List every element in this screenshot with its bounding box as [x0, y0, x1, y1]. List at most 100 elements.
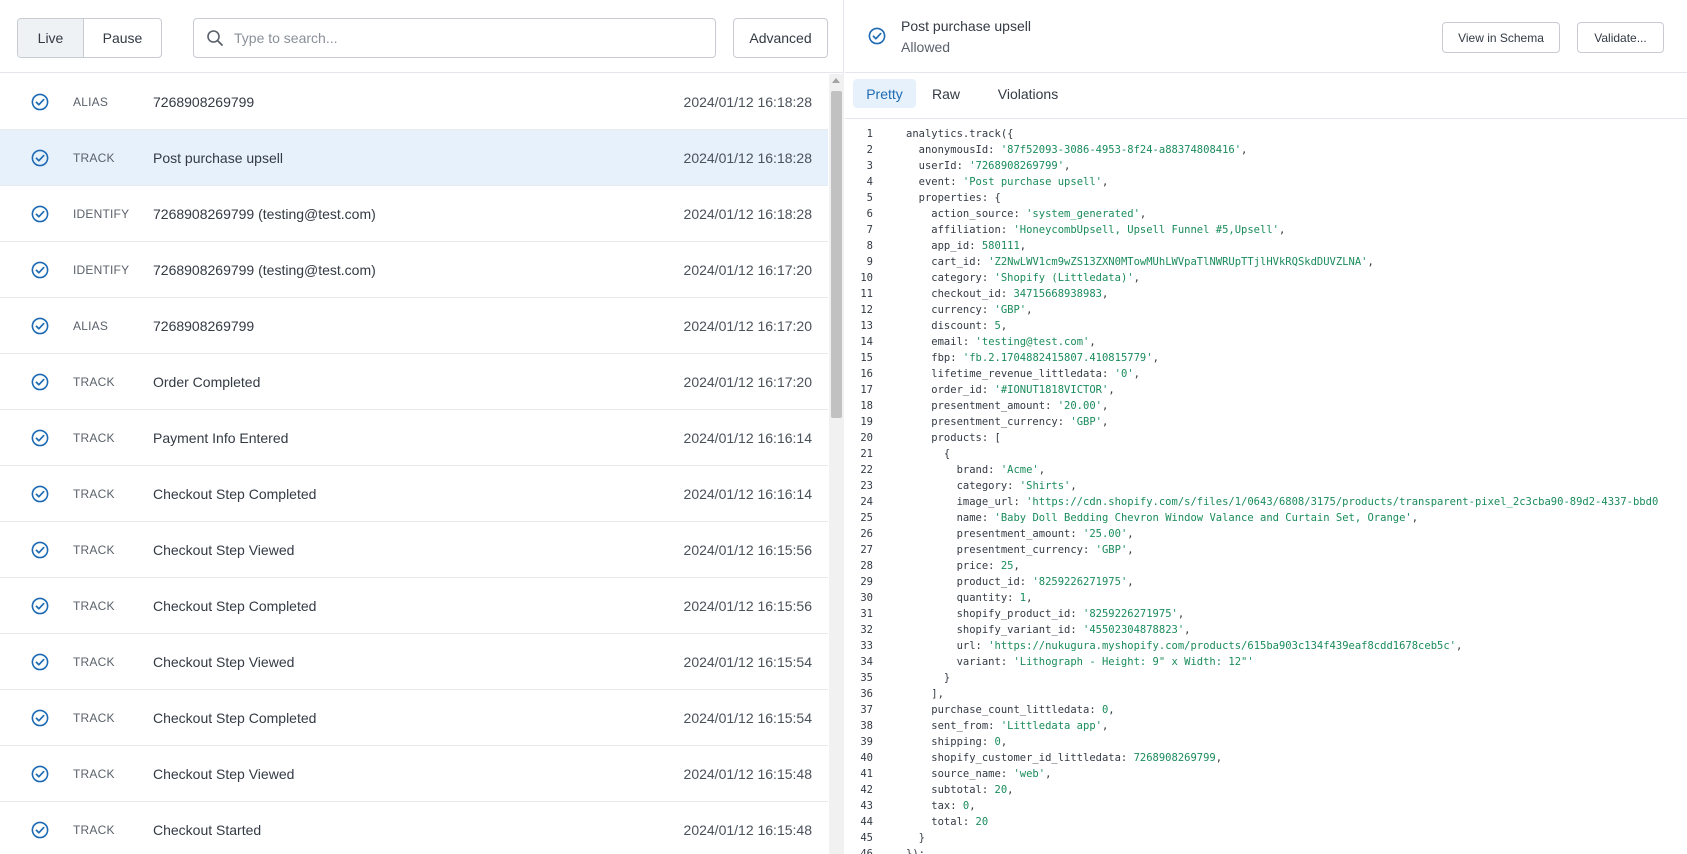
code-value: '#IONUT1818VICTOR' [994, 384, 1109, 396]
code-text: event: 'Post purchase upsell', [906, 174, 1109, 190]
validate-button[interactable]: Validate... [1577, 22, 1664, 53]
event-list-scrollbar[interactable] [829, 74, 844, 854]
detail-tabs: Pretty Raw Violations [845, 74, 1687, 119]
event-name: Checkout Started [153, 821, 262, 838]
code-line: 28 price: 25, [845, 558, 1687, 574]
scroll-thumb[interactable] [831, 91, 842, 418]
event-row[interactable]: TRACK Checkout Step Viewed 2024/01/12 16:1… [0, 634, 828, 690]
event-time: 2024/01/12 16:17:20 [683, 261, 812, 278]
code-text: products: [ [906, 430, 1001, 446]
event-row[interactable]: TRACK Checkout Step Viewed 2024/01/12 16:1… [0, 746, 828, 802]
event-row[interactable]: TRACK Checkout Step Completed 2024/01/12 1… [0, 690, 828, 746]
event-name: Payment Info Entered [153, 429, 289, 446]
event-detail-pane: Post purchase upsell Allowed View in Sch… [845, 0, 1687, 854]
check-circle-icon [31, 93, 49, 111]
code-line: 43 tax: 0, [845, 798, 1687, 814]
live-button[interactable]: Live [18, 19, 84, 57]
code-punct: , [1026, 304, 1033, 316]
line-number: 41 [860, 768, 873, 780]
event-row[interactable]: IDENTIFY 7268908269799 (testing@test.com)… [0, 242, 828, 298]
view-in-schema-button[interactable]: View in Schema [1442, 22, 1560, 53]
code-text: presentment_currency: 'GBP', [906, 414, 1108, 430]
event-row[interactable]: ALIAS 7268908269799 2024/01/12 16:17:20 [0, 298, 828, 354]
event-row[interactable]: ALIAS 7268908269799 2024/01/12 16:18:28 [0, 74, 828, 130]
line-number: 46 [860, 848, 873, 854]
event-time: 2024/01/12 16:16:14 [683, 429, 812, 446]
code-punct: , [1215, 752, 1223, 764]
search-input[interactable] [234, 30, 704, 46]
code-key: presentment_currency: [906, 544, 1096, 556]
code-key: } [906, 832, 925, 844]
check-circle-icon [31, 261, 49, 279]
line-number: 36 [860, 688, 873, 700]
code-text: { [906, 446, 950, 462]
code-key: shopify_variant_id: [906, 624, 1084, 636]
code-punct: , [1064, 160, 1071, 172]
code-value: 'system_generated' [1026, 208, 1140, 220]
pause-button[interactable]: Pause [84, 19, 161, 57]
code-line: 2 anonymousId: '87f52093-3086-4953-8f24-… [845, 142, 1687, 158]
code-punct: , [1177, 608, 1185, 620]
code-key: } [906, 672, 951, 684]
search-box[interactable] [193, 18, 716, 58]
code-value: 'Post purchase upsell' [962, 176, 1102, 188]
line-number: 12 [860, 304, 873, 316]
code-value: 'Z2NwLWV1cm9wZS13ZXN0MTowMUhLWVpaTlNWRUp… [988, 256, 1368, 268]
line-number: 21 [860, 448, 873, 460]
event-time: 2024/01/12 16:15:54 [683, 709, 812, 726]
line-number: 15 [860, 352, 873, 364]
line-number: 25 [860, 512, 873, 524]
code-line: 1 analytics.track({ [845, 126, 1687, 142]
code-text: lifetime_revenue_littledata: '0', [906, 366, 1140, 382]
tab-pretty[interactable]: Pretty [853, 79, 916, 108]
event-type: IDENTIFY [73, 262, 130, 277]
code-value: 'fb.2.1704882415807.410815779' [962, 352, 1153, 364]
event-row[interactable]: TRACK Checkout Step Completed 2024/01/12 1… [0, 466, 828, 522]
code-line: 22 brand: 'Acme', [845, 462, 1687, 478]
code-value: '8259226271975' [1032, 576, 1128, 588]
code-punct: , [1038, 464, 1046, 476]
event-name: Post purchase upsell [153, 149, 283, 166]
code-line: 3 userId: '7268908269799', [845, 158, 1687, 174]
code-line: 38 sent_from: 'Littledata app', [845, 718, 1687, 734]
code-viewer: 1 analytics.track({2 anonymousId: '87f520… [845, 126, 1687, 854]
tab-violations[interactable]: Violations [976, 79, 1080, 108]
line-number: 26 [860, 528, 873, 540]
code-text: shopify_product_id: '8259226271975', [906, 606, 1185, 622]
line-number: 4 [866, 176, 873, 188]
code-line: 20 products: [ [845, 430, 1687, 446]
code-text: total: 20 [906, 814, 988, 830]
event-row[interactable]: TRACK Checkout Step Completed 2024/01/12 1… [0, 578, 828, 634]
event-time: 2024/01/12 16:15:54 [683, 653, 812, 670]
event-row[interactable]: TRACK Order Completed 2024/01/12 16:17:20 [0, 354, 828, 410]
code-punct: , [1411, 512, 1419, 524]
scroll-up-arrow[interactable] [832, 78, 840, 83]
line-number: 7 [866, 224, 873, 236]
code-line: 7 affiliation: 'HoneycombUpsell, Upsell … [845, 222, 1687, 238]
event-row[interactable]: TRACK Checkout Started 2024/01/12 16:15:48 [0, 802, 828, 854]
code-value: 20 [975, 816, 989, 828]
tab-raw[interactable]: Raw [924, 79, 968, 108]
advanced-button[interactable]: Advanced [733, 18, 828, 58]
code-line: 8 app_id: 580111, [845, 238, 1687, 254]
event-type: TRACK [73, 710, 115, 725]
event-name: 7268908269799 (testing@test.com) [153, 205, 376, 222]
code-key: category: [906, 272, 995, 284]
event-list: ALIAS 7268908269799 2024/01/12 16:18:28 TRA… [0, 74, 828, 854]
event-row[interactable]: TRACK Checkout Step Viewed 2024/01/12 16:1… [0, 522, 828, 578]
event-row[interactable]: IDENTIFY 7268908269799 (testing@test.com)… [0, 186, 828, 242]
code-text: action_source: 'system_generated', [906, 206, 1146, 222]
code-key: { [906, 448, 951, 460]
event-row[interactable]: TRACK Payment Info Entered 2024/01/12 16:1… [0, 410, 828, 466]
code-text: price: 25, [906, 558, 1020, 574]
event-row[interactable]: TRACK Post purchase upsell 2024/01/12 16:1… [0, 130, 828, 186]
event-name: Order Completed [153, 373, 261, 390]
event-time: 2024/01/12 16:15:48 [683, 821, 812, 838]
code-key: userId: [906, 160, 970, 172]
event-type: TRACK [73, 654, 115, 669]
code-key: cart_id: [906, 256, 989, 268]
code-text: email: 'testing@test.com', [906, 334, 1095, 350]
line-number: 11 [860, 288, 873, 300]
code-text: url: 'https://nukugura.myshopify.com/pro… [906, 638, 1463, 654]
line-number: 20 [860, 432, 873, 444]
